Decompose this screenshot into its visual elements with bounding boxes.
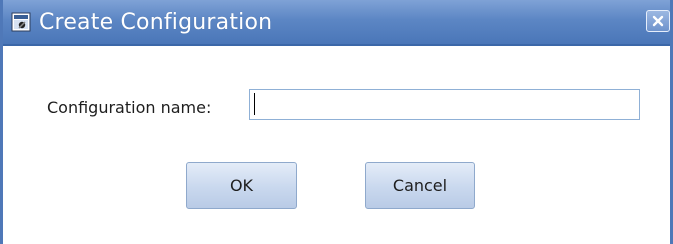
dialog-titlebar[interactable]: Create Configuration xyxy=(3,0,670,46)
close-button[interactable] xyxy=(646,10,670,32)
ok-button[interactable]: OK xyxy=(186,162,297,209)
dialog-title: Create Configuration xyxy=(39,10,273,35)
configuration-window-icon xyxy=(11,12,31,32)
create-configuration-dialog: Create Configuration Configuration name:… xyxy=(0,0,673,244)
configuration-name-label: Configuration name: xyxy=(47,98,212,117)
text-caret xyxy=(254,93,255,115)
dialog-content: Configuration name: OK Cancel xyxy=(3,46,670,244)
close-icon xyxy=(652,12,664,31)
cancel-button[interactable]: Cancel xyxy=(365,162,475,209)
configuration-name-input[interactable] xyxy=(249,89,640,120)
